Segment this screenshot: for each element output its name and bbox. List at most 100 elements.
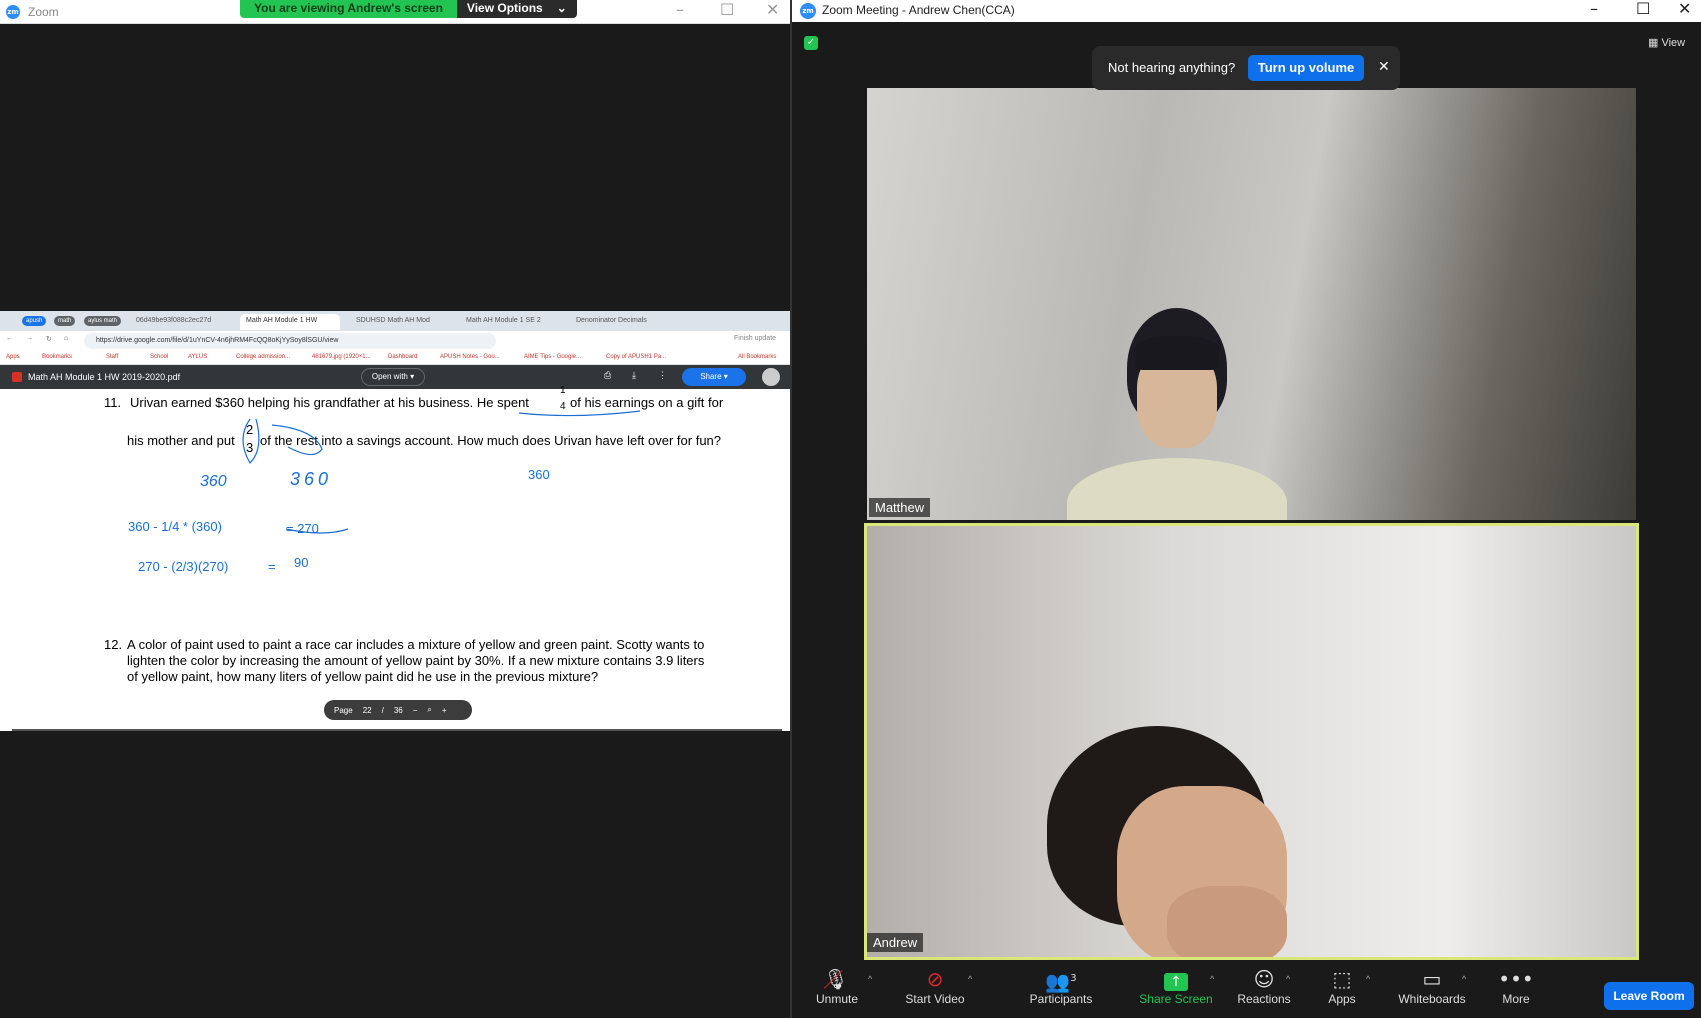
more-vert-icon[interactable]: ⋮ [658,370,667,381]
participants-button[interactable]: 👥3 Participants [1026,966,1096,1006]
share-screen-icon: ↑ [1136,966,1216,992]
tab-group-math[interactable]: math [54,316,76,326]
all-bookmarks[interactable]: All Bookmarks [738,354,776,360]
mic-muted-icon: 🎙 ／ [823,967,849,992]
more-button[interactable]: ••• More [1496,966,1536,1006]
address-bar-row: ← → ↻ ⌂ https://drive.google.com/file/d/… [0,331,792,351]
close-icon[interactable]: ✕ [766,0,779,19]
share-screen-label: Share Screen [1139,992,1213,1006]
video-tile-andrew-active-speaker[interactable]: Andrew [864,523,1639,960]
minimize-icon[interactable]: – [676,0,684,19]
browser-tab[interactable]: Denominator Decimals [570,314,670,330]
more-label: More [1502,992,1530,1006]
reactions-caret-icon[interactable]: ^ [1286,974,1290,984]
turn-up-volume-button[interactable]: Turn up volume [1248,55,1364,81]
participant-video-andrew [1047,726,1307,957]
start-video-button[interactable]: ⊘ Start Video [900,966,970,1006]
bookmark-item[interactable]: AIME Tips - Google... [524,354,581,360]
leave-room-button[interactable]: Leave Room [1604,982,1694,1010]
typed-annotation: = 270 [286,521,319,536]
participant-name-label: Andrew [867,933,924,952]
open-with-button[interactable]: Open with ▾ [361,368,425,386]
typed-annotation: = [268,559,276,574]
download-icon[interactable]: ⤓ [632,370,636,381]
bookmark-item[interactable]: 481679.jpg (1920×1... [312,354,371,360]
q12-line1: A color of paint used to paint a race ca… [127,637,705,652]
apps-caret-icon[interactable]: ^ [1366,974,1370,984]
page-current-input[interactable]: 22 [363,706,372,715]
browser-tab[interactable]: 06d49be93f088c2ec27d [130,314,230,330]
view-button[interactable]: ▦ View [1648,36,1685,49]
avatar[interactable] [762,368,780,386]
share-options-caret-icon[interactable]: ^ [1210,974,1214,984]
reactions-label: Reactions [1237,992,1291,1006]
browser-tab-active[interactable]: Math AH Module 1 HW [240,314,340,330]
q12-line2: lighten the color by increasing the amou… [127,653,705,668]
zoom-logo-icon: zm [6,5,20,19]
bookmark-item[interactable]: Bookmarks [42,354,72,360]
apps-button[interactable]: ⬚ Apps [1322,966,1362,1006]
shared-browser: apush math aylus math 06d49be93f088c2ec2… [0,311,792,731]
finish-update-button[interactable]: Finish update [734,335,776,342]
back-icon[interactable]: ← [6,335,13,342]
video-tile-matthew[interactable]: Matthew [867,88,1636,520]
page-label: Page [334,705,353,715]
q12-number: 12. [104,637,123,652]
share-button[interactable]: Share ▾ [682,368,746,386]
start-video-label: Start Video [905,992,965,1006]
bookmark-item[interactable]: School [150,354,168,360]
open-with-label: Open with [371,372,408,381]
close-icon[interactable]: ✕ [1678,0,1691,18]
security-shield-icon[interactable]: ✓ [804,36,818,50]
share-screen-button[interactable]: ↑ Share Screen [1136,966,1216,1006]
video-options-caret-icon[interactable]: ^ [968,974,972,984]
maximize-icon[interactable]: ☐ [1636,0,1650,18]
shared-screen-window: zm Zoom – ☐ ✕ You are viewing Andrew's s… [0,0,792,1018]
bookmark-item[interactable]: Dashboard [388,354,417,360]
print-icon[interactable]: ⎙ [604,370,611,381]
typed-annotation: 360 [528,467,550,482]
audio-options-caret-icon[interactable]: ^ [868,974,872,984]
whiteboards-button[interactable]: ▭ Whiteboards [1394,966,1470,1006]
zoom-in-icon[interactable]: + [442,706,447,715]
bookmark-item[interactable]: APUSH Notes - Goo... [440,354,500,360]
minimize-icon[interactable]: – [1590,0,1598,18]
browser-tab[interactable]: Math AH Module 1 SE 2 [460,314,560,330]
bookmark-item[interactable]: Copy of APUSH1 Pa... [606,354,666,360]
bookmark-item[interactable]: College admission... [236,354,290,360]
browser-tab-strip: apush math aylus math 06d49be93f088c2ec2… [0,311,792,331]
maximize-icon[interactable]: ☐ [720,0,734,19]
view-options-button[interactable]: View Options ⌄ [456,0,577,18]
pdf-icon [12,372,22,382]
reactions-button[interactable]: ☺ Reactions [1234,966,1294,1006]
browser-tab[interactable]: SDUHSD Math AH Mod [350,314,450,330]
zoom-out-icon[interactable]: − [413,706,418,715]
unmute-label: Unmute [816,992,859,1006]
whiteboards-label: Whiteboards [1398,992,1466,1006]
viewing-banner: You are viewing Andrew's screen View Opt… [240,0,577,18]
forward-icon[interactable]: → [26,335,33,342]
bookmark-item[interactable]: Staff [106,354,118,360]
tab-group-aylus[interactable]: aylus math [84,316,122,326]
viewing-banner-text: You are viewing Andrew's screen [240,0,457,18]
notice-text: Not hearing anything? [1108,60,1236,75]
handwritten-value: 360 [290,469,333,489]
share-label: Share [700,372,722,381]
url-input[interactable]: https://drive.google.com/file/d/1uYnCV-4… [84,333,496,349]
apps-icon: ⬚ [1332,967,1352,991]
bookmark-item[interactable]: AYLUS [188,354,207,360]
grid-icon: ▦ [1648,37,1659,49]
participant-name-label: Matthew [869,498,931,517]
whiteboards-caret-icon[interactable]: ^ [1462,974,1466,984]
home-icon[interactable]: ⌂ [64,335,68,342]
meeting-controls: 🎙 ／ Unmute ^ ⊘ Start Video ^ 👥3 Participa… [792,962,1701,1018]
chevron-down-icon: ⌄ [556,1,567,15]
bookmark-item[interactable]: Apps [6,354,20,360]
reload-icon[interactable]: ↻ [46,335,52,343]
tab-group-apush[interactable]: apush [22,316,47,326]
close-icon[interactable]: ✕ [1378,58,1390,75]
page-separator: / [381,705,384,715]
unmute-button[interactable]: 🎙 ／ Unmute [816,966,859,1006]
participant-video-matthew [1067,308,1287,520]
zoom-search-icon[interactable]: ⌕ [427,705,431,715]
